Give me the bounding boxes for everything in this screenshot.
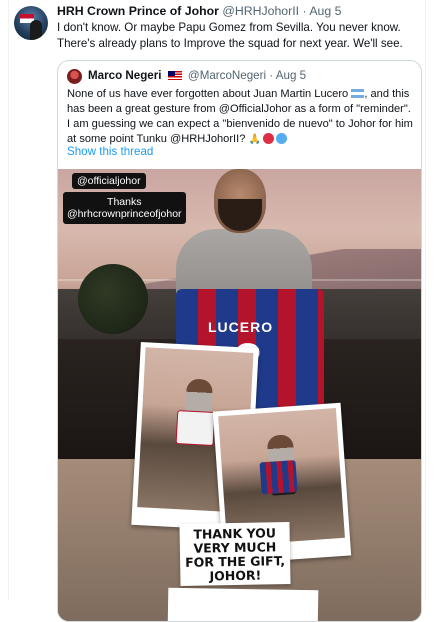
profile-avatar[interactable] — [14, 6, 48, 40]
quoted-tweet-card[interactable]: Marco Negeri @MarcoNegeri · Aug 5 None o… — [57, 60, 422, 622]
tweet-header: HRH Crown Prince of Johor @HRHJohorII · … — [57, 4, 417, 18]
argentina-flag-icon — [351, 89, 365, 98]
bottom-polaroid-strip — [167, 587, 319, 621]
user-handle[interactable]: @HRHJohorII — [222, 4, 299, 18]
display-name[interactable]: HRH Crown Prince of Johor — [57, 4, 219, 18]
blue-circle-icon — [275, 133, 287, 144]
quoted-handle: @MarcoNegeri — [187, 69, 267, 82]
show-thread-link[interactable]: Show this thread — [67, 145, 153, 158]
polaroid-1-jersey — [175, 409, 215, 446]
quoted-text-part-1: None of us have ever forgotten about Jua… — [67, 88, 349, 100]
quoted-display-name: Marco Negeri — [88, 69, 162, 82]
separator-dot: · — [302, 4, 307, 18]
tweet-date[interactable]: Aug 5 — [309, 4, 341, 18]
folded-hands-icon: 🙏 — [248, 134, 261, 145]
quoted-date: Aug 5 — [275, 69, 307, 82]
thanks-sticker-line-2: @hrhcrownprinceofjohor — [67, 208, 182, 220]
quoted-avatar — [67, 69, 82, 84]
tweet-media-image[interactable]: LUCERO ? @officialjohor Thanks @hrhcrown… — [58, 169, 421, 621]
tree — [78, 264, 148, 334]
avatar-person — [30, 20, 42, 40]
quoted-header: Marco Negeri @MarcoNegeri · Aug 5 — [88, 69, 306, 82]
quoted-text: None of us have ever forgotten about Jua… — [67, 87, 417, 147]
tweet-text: I don't know. Or maybe Papu Gomez from S… — [57, 21, 403, 50]
jersey-name: LUCERO — [208, 319, 274, 335]
red-circle-icon — [262, 133, 274, 144]
polaroid-2-jersey — [259, 460, 298, 495]
separator-dot: · — [269, 69, 274, 82]
thanks-sticker-line-1: Thanks — [107, 196, 142, 208]
thank-you-card: THANK YOU VERY MUCH FOR THE GIFT, JOHOR! — [179, 522, 291, 586]
officialjohor-sticker: @officialjohor — [72, 173, 146, 189]
malaysia-flag-icon — [167, 71, 182, 80]
thanks-sticker: Thanks @hrhcrownprinceofjohor — [63, 192, 186, 224]
